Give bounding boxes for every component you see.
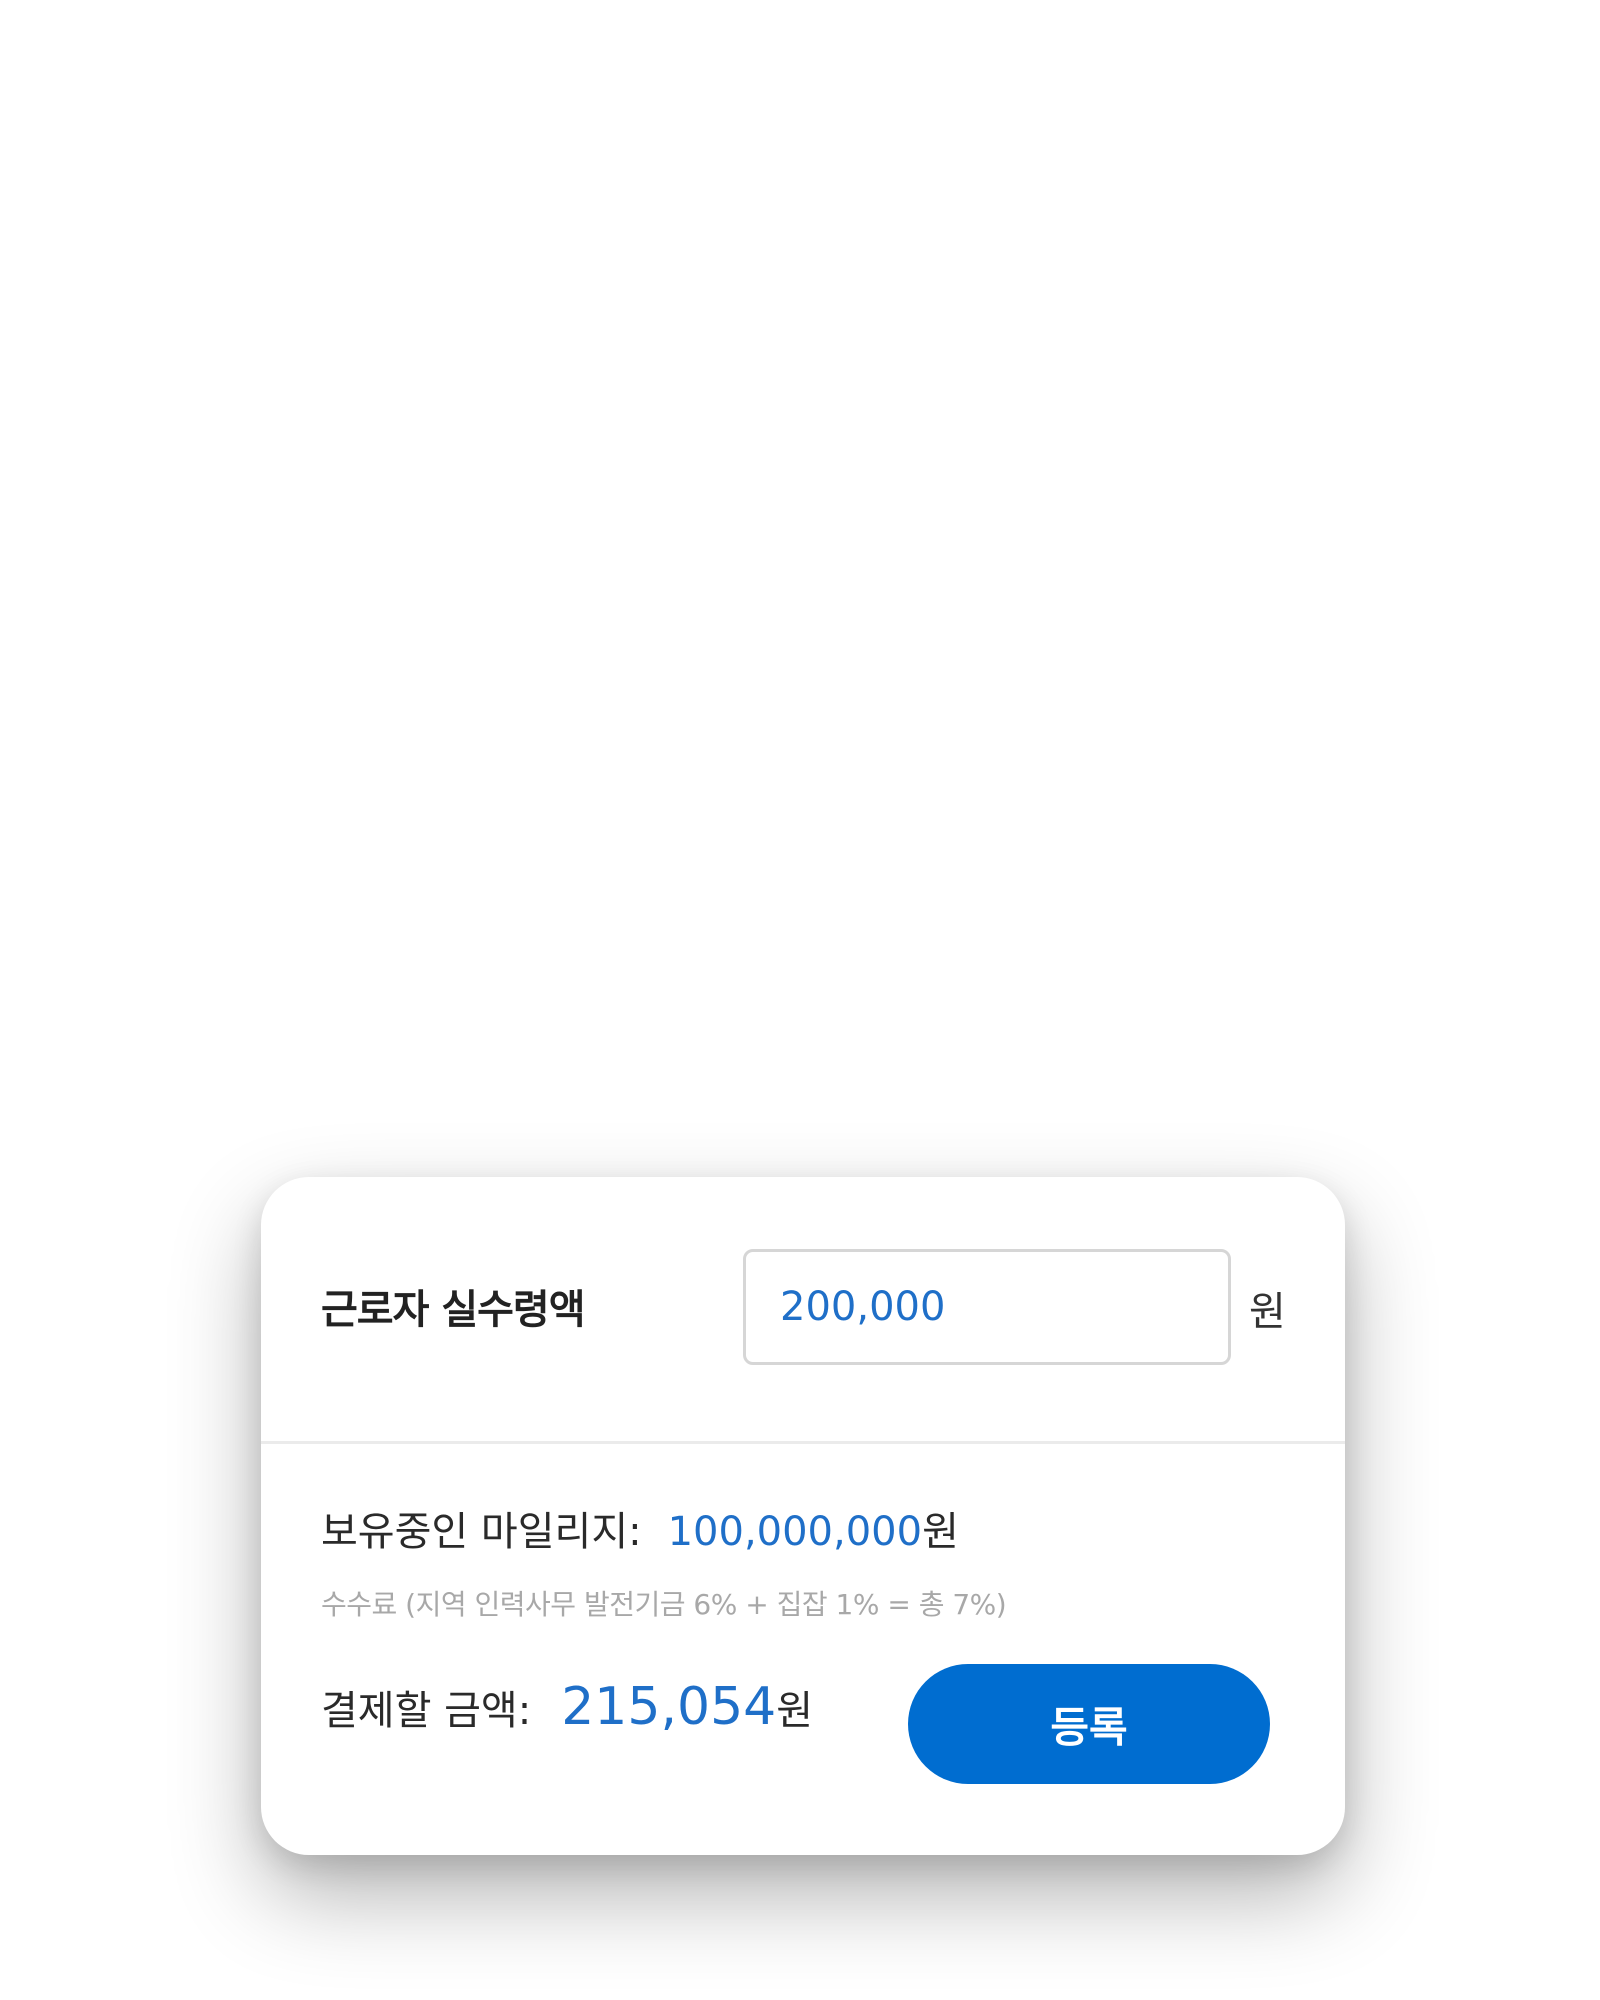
wage-label: 근로자 실수령액 [321, 1287, 586, 1333]
section-divider [261, 1441, 1345, 1444]
wage-amount-input[interactable] [743, 1249, 1231, 1365]
mileage-row: 보유중인 마일리지: 100,000,000원 [321, 1499, 959, 1557]
payment-amount: 215,054 [561, 1677, 777, 1737]
mileage-value: 100,000,000 [667, 1509, 923, 1555]
wage-unit-label: 원 [1249, 1289, 1286, 1335]
wage-section: 근로자 실수령액 원 [261, 1177, 1345, 1441]
fee-note: 수수료 (지역 인력사무 발전기금 6% + 집잡 1% = 총 7%) [321, 1588, 1007, 1621]
payment-unit: 원 [776, 1688, 814, 1734]
payment-card: 근로자 실수령액 원 보유중인 마일리지:100,000,000원 수수료 (지… [261, 1177, 1345, 1855]
register-button[interactable]: 등록 [908, 1664, 1270, 1784]
mileage-unit: 원 [922, 1509, 959, 1555]
payment-label: 결제할 금액: [321, 1688, 532, 1734]
mileage-label: 보유중인 마일리지: [321, 1509, 642, 1555]
payment-row: 결제할 금액: 215,054원 [321, 1677, 813, 1737]
